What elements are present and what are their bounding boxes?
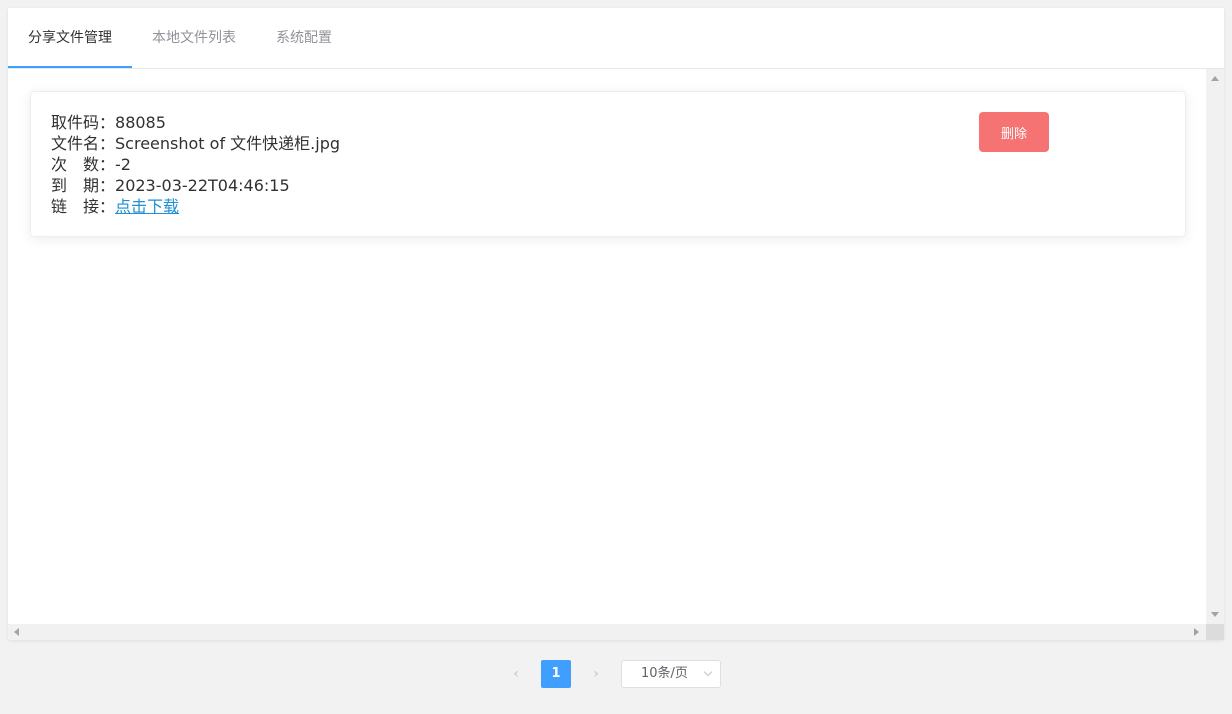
horizontal-scrollbar[interactable] (8, 624, 1206, 640)
content-area: 取件码：88085 文件名：Screenshot of 文件快递柜.jpg 次 … (8, 69, 1206, 624)
active-tab-indicator (8, 66, 132, 68)
file-name-value: Screenshot of 文件快递柜.jpg (115, 134, 341, 153)
prev-page-icon[interactable]: ‹ (502, 660, 530, 688)
count-row: 次 数：-2 (51, 154, 340, 175)
tab-local-files[interactable]: 本地文件列表 (152, 8, 236, 68)
main-panel: 分享文件管理 本地文件列表 系统配置 取件码：88085 文件名：Screens… (8, 8, 1224, 640)
page-size-select[interactable]: 10条/页 (621, 660, 721, 688)
scroll-up-icon[interactable] (1211, 76, 1219, 81)
code-value: 88085 (115, 113, 166, 132)
count-label: 次 数： (51, 155, 116, 174)
name-label: 文件名： (51, 134, 116, 153)
link-row: 链 接：点击下载 (51, 196, 340, 217)
next-page-icon[interactable]: › (582, 660, 610, 688)
chevron-down-icon (703, 667, 713, 677)
scroll-left-icon[interactable] (14, 628, 19, 636)
code-row: 取件码：88085 (51, 112, 340, 133)
link-label: 链 接： (51, 197, 116, 216)
expire-label: 到 期： (51, 176, 116, 195)
count-value: -2 (115, 155, 131, 174)
expire-row: 到 期：2023-03-22T04:46:15 (51, 175, 340, 196)
scroll-right-icon[interactable] (1194, 628, 1199, 636)
name-row: 文件名：Screenshot of 文件快递柜.jpg (51, 133, 340, 154)
download-link[interactable]: 点击下载 (115, 197, 179, 216)
tab-bar: 分享文件管理 本地文件列表 系统配置 (8, 8, 1224, 69)
expire-value: 2023-03-22T04:46:15 (115, 176, 290, 195)
file-card: 取件码：88085 文件名：Screenshot of 文件快递柜.jpg 次 … (30, 91, 1186, 237)
pagination: ‹ 1 › 10条/页 (0, 660, 1232, 688)
vertical-scrollbar[interactable] (1206, 69, 1224, 624)
scrollbar-corner (1206, 624, 1224, 640)
tab-system-config[interactable]: 系统配置 (276, 8, 332, 68)
file-info: 取件码：88085 文件名：Screenshot of 文件快递柜.jpg 次 … (51, 112, 340, 217)
page-size-value: 10条/页 (641, 666, 688, 681)
delete-button[interactable]: 删除 (979, 112, 1049, 152)
scroll-down-icon[interactable] (1211, 612, 1219, 617)
tab-share-management[interactable]: 分享文件管理 (28, 8, 112, 68)
code-label: 取件码： (51, 113, 116, 132)
page-1-button[interactable]: 1 (541, 660, 571, 688)
